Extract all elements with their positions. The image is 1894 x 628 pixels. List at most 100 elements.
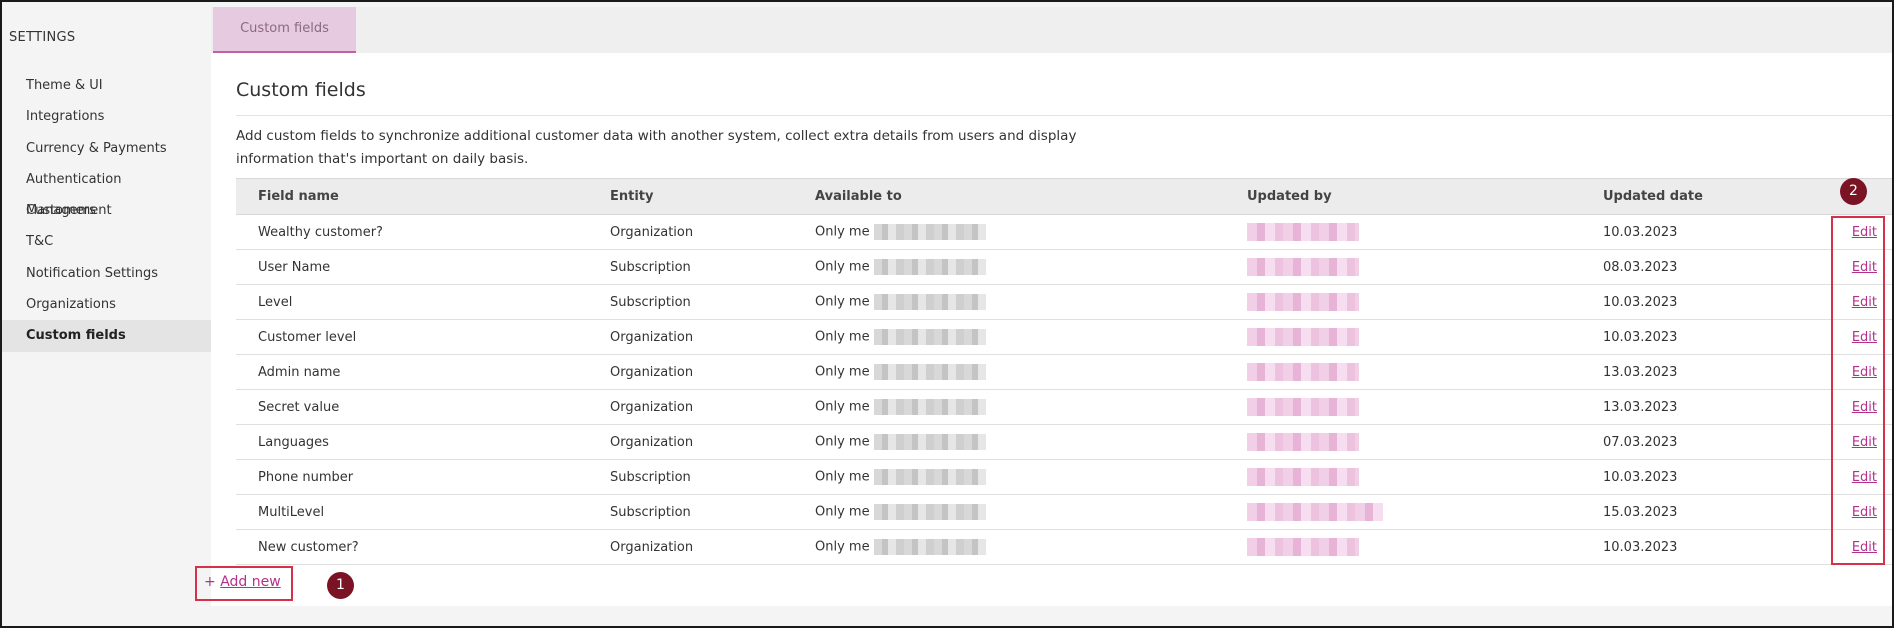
available-to-text: Only me [815,434,870,450]
redacted-users [873,399,986,415]
redacted-updated-by [1247,503,1383,521]
add-new-label: Add new [220,574,281,590]
redacted-users [873,259,986,275]
cell-available-to: Only me [793,319,1225,355]
cell-entity: Organization [588,424,793,460]
cell-entity: Organization [588,389,793,425]
tab-custom-fields[interactable]: Custom fields [213,7,356,53]
cell-available-to: Only me [793,284,1225,320]
settings-sidebar: SETTINGS Theme & UI Integrations Currenc… [2,2,211,626]
redacted-users [873,539,986,555]
sidebar-item-currency-payments[interactable]: Currency & Payments [2,133,211,164]
redacted-updated-by [1247,538,1359,556]
table-row: Wealthy customer? Organization Only me 10.0… [236,214,1892,250]
cell-available-to: Only me [793,424,1225,460]
available-to-text: Only me [815,539,870,555]
cell-field-name: Languages [236,424,588,460]
cell-updated-date: 10.03.2023 [1581,214,1811,250]
available-to-text: Only me [815,364,870,380]
redacted-updated-by [1247,468,1359,486]
cell-updated-date: 10.03.2023 [1581,319,1811,355]
cell-updated-by [1225,214,1581,250]
add-new-button[interactable]: + Add new [204,574,281,590]
redacted-users [873,504,986,520]
redacted-updated-by [1247,258,1359,276]
cell-field-name: User Name [236,249,588,285]
table-row: Phone number Subscription Only me 10.03.202… [236,459,1892,495]
redacted-updated-by [1247,223,1359,241]
cell-updated-by [1225,249,1581,285]
available-to-text: Only me [815,259,870,275]
bottom-strip [211,606,1892,626]
cell-available-to: Only me [793,494,1225,530]
redacted-users [873,364,986,380]
cell-field-name: Customer level [236,319,588,355]
column-header-field-name: Field name [236,178,588,215]
sidebar-item-integrations[interactable]: Integrations [2,101,211,132]
tab-bar: Custom fields [211,7,1892,53]
cell-updated-by [1225,494,1581,530]
cell-available-to: Only me [793,459,1225,495]
column-header-available-to: Available to [793,178,1225,215]
sidebar-item-theme-ui[interactable]: Theme & UI [2,70,211,101]
table-row: Level Subscription Only me 10.03.2023 Edit [236,284,1892,320]
cell-entity: Subscription [588,494,793,530]
cell-updated-date: 10.03.2023 [1581,529,1811,565]
table-row: Secret value Organization Only me 13.03.202… [236,389,1892,425]
app-frame: SETTINGS Theme & UI Integrations Currenc… [0,0,1894,628]
cell-entity: Subscription [588,284,793,320]
redacted-users [873,329,986,345]
redacted-updated-by [1247,433,1359,451]
sidebar-title: SETTINGS [9,30,76,45]
table-body: Wealthy customer? Organization Only me 10.0… [236,214,1892,565]
sidebar-item-authentication-management[interactable]: Authentication Management [2,164,211,218]
sidebar-item-organizations[interactable]: Organizations [2,289,211,320]
cell-updated-date: 08.03.2023 [1581,249,1811,285]
column-header-entity: Entity [588,178,793,215]
title-divider [236,115,1892,116]
cell-entity: Organization [588,319,793,355]
cell-entity: Organization [588,354,793,390]
page-title: Custom fields [236,79,366,101]
cell-available-to: Only me [793,389,1225,425]
redacted-users [873,224,986,240]
available-to-text: Only me [815,399,870,415]
table-row: User Name Subscription Only me 08.03.2023 Ed… [236,249,1892,285]
available-to-text: Only me [815,469,870,485]
table-row: New customer? Organization Only me 10.03.20… [236,529,1892,565]
cell-field-name: New customer? [236,529,588,565]
cell-field-name: Wealthy customer? [236,214,588,250]
available-to-text: Only me [815,504,870,520]
cell-available-to: Only me [793,354,1225,390]
sidebar-item-notification-settings[interactable]: Notification Settings [2,258,211,289]
cell-updated-by [1225,354,1581,390]
cell-updated-by [1225,529,1581,565]
redacted-updated-by [1247,398,1359,416]
cell-updated-date: 07.03.2023 [1581,424,1811,460]
cell-updated-by [1225,459,1581,495]
available-to-text: Only me [815,329,870,345]
table-row: Languages Organization Only me 07.03.2023 Ed… [236,424,1892,460]
table-header-row: Field name Entity Available to Updated b… [236,178,1892,215]
cell-field-name: Admin name [236,354,588,390]
redacted-users [873,434,986,450]
cell-updated-date: 10.03.2023 [1581,459,1811,495]
cell-field-name: Secret value [236,389,588,425]
cell-updated-by [1225,319,1581,355]
cell-entity: Organization [588,529,793,565]
cell-available-to: Only me [793,214,1225,250]
cell-updated-by [1225,284,1581,320]
cell-entity: Subscription [588,249,793,285]
sidebar-item-custom-fields[interactable]: Custom fields [2,320,211,352]
sidebar-item-tc[interactable]: T&C [2,226,211,257]
column-header-updated-by: Updated by [1225,178,1581,215]
available-to-text: Only me [815,294,870,310]
cell-updated-date: 10.03.2023 [1581,284,1811,320]
redacted-updated-by [1247,363,1359,381]
cell-updated-date: 13.03.2023 [1581,354,1811,390]
cell-updated-date: 13.03.2023 [1581,389,1811,425]
cell-available-to: Only me [793,249,1225,285]
redacted-updated-by [1247,328,1359,346]
cell-updated-by [1225,424,1581,460]
callout-badge-2: 2 [1840,178,1867,205]
